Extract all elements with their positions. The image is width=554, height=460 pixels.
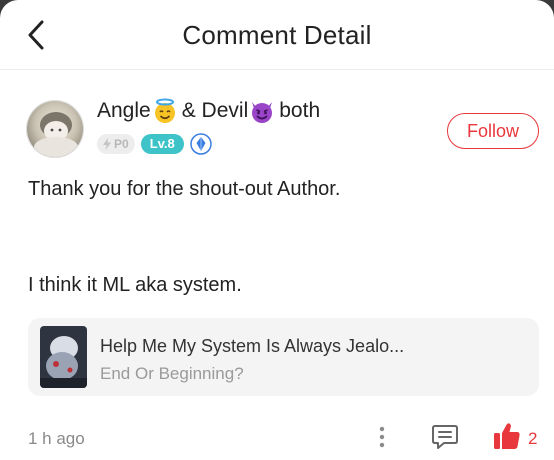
comment-text-line-1: Thank you for the shout-out Author. bbox=[28, 178, 341, 200]
user-badges: P0 Lv.8 bbox=[97, 133, 212, 155]
page-title: Comment Detail bbox=[182, 20, 372, 50]
power-badge-label: P0 bbox=[114, 137, 129, 151]
book-cover-image bbox=[40, 326, 87, 388]
comment-icon bbox=[432, 425, 458, 449]
comment-text-line-2: I think it ML aka system. bbox=[28, 274, 242, 296]
diamond-badge-icon bbox=[190, 133, 212, 155]
reply-button[interactable] bbox=[430, 422, 460, 452]
username-part1: Angle bbox=[97, 99, 151, 122]
thumbs-up-icon bbox=[494, 423, 520, 449]
username-part3: both bbox=[279, 99, 321, 122]
username[interactable]: Angle & Devil both bbox=[97, 98, 320, 124]
power-badge: P0 bbox=[97, 134, 135, 154]
book-title: Help Me My System Is Always Jealo... bbox=[100, 336, 405, 356]
like-button[interactable] bbox=[492, 420, 522, 452]
comment-detail-screen: Comment Detail Angle & Devil both P0 Lv.… bbox=[0, 0, 554, 460]
timestamp: 1 h ago bbox=[28, 429, 85, 448]
user-avatar[interactable] bbox=[26, 100, 84, 158]
like-count: 2 bbox=[528, 429, 538, 448]
devil-emoji-icon bbox=[252, 102, 273, 123]
top-bar: Comment Detail bbox=[0, 0, 554, 70]
more-vertical-icon bbox=[379, 426, 385, 448]
halo-emoji-icon bbox=[154, 98, 175, 123]
book-card[interactable]: Help Me My System Is Always Jealo... End… bbox=[28, 318, 539, 396]
book-chapter: End Or Beginning? bbox=[100, 364, 244, 383]
username-part2: & Devil bbox=[181, 99, 249, 122]
more-options-button[interactable] bbox=[374, 424, 390, 450]
level-badge: Lv.8 bbox=[140, 134, 184, 154]
follow-button[interactable]: Follow bbox=[447, 113, 539, 149]
lightning-icon bbox=[103, 138, 111, 150]
